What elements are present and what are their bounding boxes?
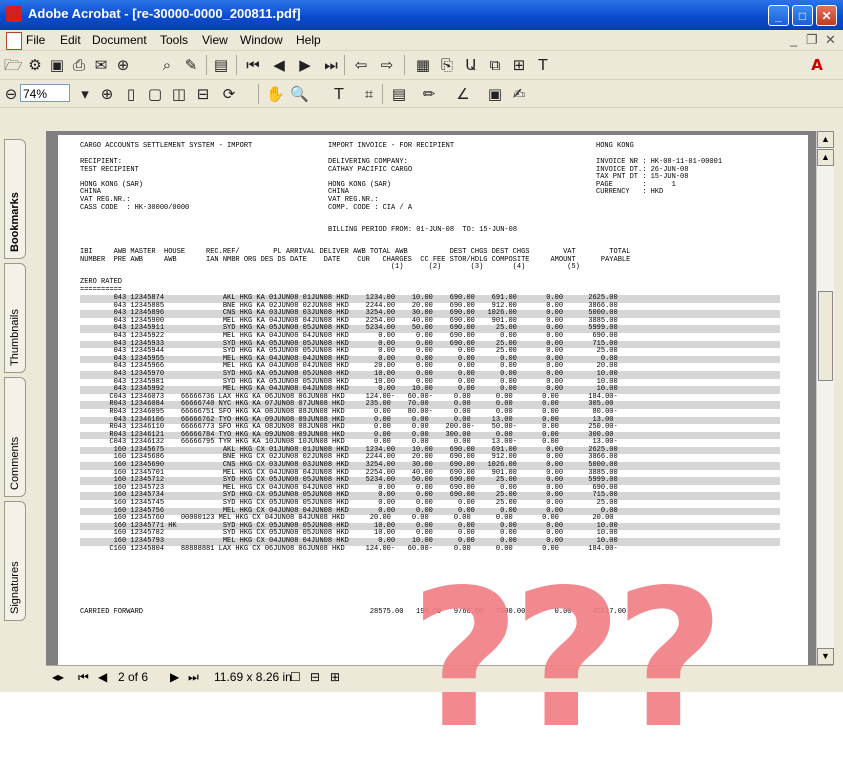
recipient-block: RECIPIENT: TEST RECIPIENT HONG KONG (SAR…: [80, 158, 190, 212]
collapse-icon[interactable]: ◂▸: [52, 670, 64, 684]
back-icon[interactable]: ⇦: [352, 56, 370, 74]
image-icon[interactable]: ▦: [414, 56, 432, 74]
first-page-icon[interactable]: ⏮: [244, 56, 262, 74]
delivering-company-block: DELIVERING COMPANY: CATHAY PACIFIC CARGO…: [328, 158, 413, 212]
close-button[interactable]: ✕: [816, 5, 837, 26]
fit-visible-icon[interactable]: ⊟: [194, 85, 212, 103]
scroll-thumb[interactable]: [818, 291, 833, 381]
single-page-icon[interactable]: ☐: [290, 670, 301, 684]
zoom-input[interactable]: 74%: [20, 84, 70, 102]
actual-size-icon[interactable]: ▯: [122, 85, 140, 103]
menu-document[interactable]: Document: [92, 33, 147, 47]
forward-icon[interactable]: ⇨: [378, 56, 396, 74]
last-page-button[interactable]: ⏭: [188, 670, 199, 685]
text-tool-icon[interactable]: T: [534, 56, 552, 74]
tab-comments[interactable]: Comments: [4, 377, 26, 497]
vertical-scrollbar[interactable]: ▲ ▲ ▼: [816, 131, 834, 665]
find-icon[interactable]: ✎: [182, 56, 200, 74]
zoom-in-icon[interactable]: ⊕: [98, 85, 116, 103]
maximize-button[interactable]: □: [792, 5, 813, 26]
menu-help[interactable]: Help: [296, 33, 321, 47]
menu-view[interactable]: View: [202, 33, 228, 47]
system-header: CARGO ACCOUNTS SETTLEMENT SYSTEM - IMPOR…: [80, 142, 253, 150]
zoom-dropdown-icon[interactable]: ▾: [76, 85, 94, 103]
print-icon[interactable]: ⎙: [70, 56, 88, 74]
open-icon[interactable]: 🗁: [4, 56, 23, 74]
doc-restore-button[interactable]: ❐: [806, 32, 818, 48]
acrobat-app-icon: [6, 6, 22, 22]
scroll-up-button[interactable]: ▲: [817, 131, 834, 148]
select-tool-icon[interactable]: T: [330, 85, 348, 103]
section-zero-rated: ZERO RATED ==========: [80, 278, 123, 294]
continuous-icon[interactable]: ⊟: [310, 670, 320, 684]
email-icon[interactable]: ✉: [92, 56, 110, 74]
tab-thumbnails[interactable]: Thumbnails: [4, 263, 26, 373]
doc-minimize-button[interactable]: _: [790, 32, 797, 47]
scroll-page-up-button[interactable]: ▲: [817, 149, 834, 166]
pencil-icon[interactable]: ✏: [420, 85, 438, 103]
touchup-text-icon[interactable]: ⧉: [486, 56, 504, 74]
menu-bar: File Edit Document Tools View Window Hel…: [0, 30, 843, 51]
toolbar-view: ⊖ 74% ▾ ⊕ ▯ ▢ ◫ ⊟ ⟳ ✋ 🔍 T ⌗ ▤ ✏ ∠ ▣ ✍: [0, 80, 843, 108]
table-icon[interactable]: ⊞: [510, 56, 528, 74]
menu-tools[interactable]: Tools: [160, 33, 188, 47]
zoom-out-icon[interactable]: ⊖: [2, 85, 20, 103]
next-page-button[interactable]: ▶: [170, 670, 179, 684]
web-icon[interactable]: ⊕: [114, 56, 132, 74]
invoice-rows: 043 12345874 AKL HKG KA 01JUN08 01JUN08 …: [80, 294, 780, 553]
question-marks-overlay: ???: [410, 549, 725, 770]
menu-file[interactable]: File: [26, 33, 45, 47]
toolbar-separator: [404, 55, 405, 75]
prev-page-icon[interactable]: ◀: [270, 56, 288, 74]
next-page-icon[interactable]: ▶: [296, 56, 314, 74]
title-bar: Adobe Acrobat - [re-30000-0000_200811.pd…: [0, 0, 843, 30]
page-indicator[interactable]: 2 of 6: [118, 670, 148, 684]
doc-close-button[interactable]: ✕: [825, 32, 836, 48]
column-headers: IBI AWB MASTER HOUSE REC.REF/ PL ARRIVAL…: [80, 248, 631, 272]
tab-bookmarks[interactable]: Bookmarks: [4, 139, 26, 259]
menu-edit[interactable]: Edit: [60, 33, 81, 47]
fit-page-icon[interactable]: ▢: [146, 85, 164, 103]
last-page-icon[interactable]: ⏭: [322, 56, 340, 74]
first-page-button[interactable]: ⏮: [78, 670, 89, 685]
panel-icon[interactable]: ▤: [212, 56, 230, 74]
fit-width-icon[interactable]: ◫: [170, 85, 188, 103]
prev-page-button[interactable]: ◀: [98, 670, 107, 684]
toolbar-separator: [258, 84, 259, 104]
zoom-tool-icon[interactable]: 🔍: [290, 85, 309, 103]
save-icon[interactable]: ▣: [48, 56, 66, 74]
document-icon: [6, 32, 22, 50]
tab-signatures[interactable]: Signatures: [4, 501, 26, 621]
sign-icon[interactable]: ✍: [510, 85, 528, 103]
hand-tool-icon[interactable]: ✋: [266, 85, 285, 103]
toolbar-separator: [344, 55, 345, 75]
snapshot-icon[interactable]: ⌗: [360, 85, 378, 103]
location-header: HONG KONG: [596, 142, 634, 150]
billing-period: BILLING PERIOD FROM: 01-JUN-08 TO: 15-JU…: [328, 226, 518, 234]
line-tool-icon[interactable]: ∠: [454, 85, 472, 103]
adobe-logo-icon: A: [811, 56, 823, 74]
toolbar-separator: [236, 55, 237, 75]
note-icon[interactable]: ▤: [390, 85, 408, 103]
stamp-icon[interactable]: ▣: [486, 85, 504, 103]
invoice-info-block: INVOICE NR : HK-08-11-01-00001 INVOICE D…: [596, 158, 723, 197]
toolbar-separator: [206, 55, 207, 75]
organizer-icon[interactable]: ⚙: [26, 56, 44, 74]
rotate-icon[interactable]: ⟳: [220, 85, 238, 103]
select-text-icon[interactable]: Ա: [462, 56, 480, 74]
minimize-button[interactable]: _: [768, 5, 789, 26]
menu-window[interactable]: Window: [240, 33, 283, 47]
toolbar-separator: [382, 84, 383, 104]
search-icon[interactable]: ⌕: [158, 56, 176, 74]
scroll-down-button[interactable]: ▼: [817, 648, 834, 665]
window-title: Adobe Acrobat - [re-30000-0000_200811.pd…: [28, 6, 301, 21]
attach-icon[interactable]: ⎘: [438, 56, 456, 74]
facing-icon[interactable]: ⊞: [330, 670, 340, 684]
page-size: 11.69 x 8.26 in: [214, 670, 292, 684]
invoice-header: IMPORT INVOICE - FOR RECIPIENT: [328, 142, 455, 150]
navigation-tabs: Bookmarks Thumbnails Comments Signatures: [0, 131, 46, 686]
toolbar-file: 🗁 ⚙ ▣ ⎙ ✉ ⊕ ⌕ ✎ ▤ ⏮ ◀ ▶ ⏭ ⇦ ⇨ ▦ ⎘ Ա ⧉ ⊞ …: [0, 51, 843, 80]
